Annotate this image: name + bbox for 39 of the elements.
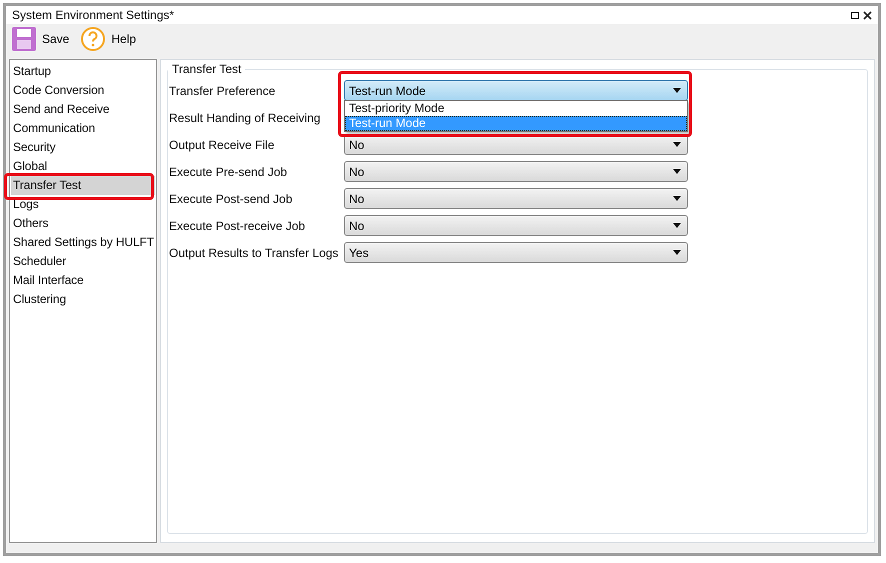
caret-icon — [673, 196, 681, 201]
sidebar-item[interactable]: Security — [11, 138, 155, 157]
caret-icon — [673, 223, 681, 228]
sidebar-item[interactable]: Mail Interface — [11, 271, 155, 290]
sidebar-item[interactable]: Communication — [11, 119, 155, 138]
sidebar-item[interactable]: Global — [11, 157, 155, 176]
sidebar-item[interactable]: Scheduler — [11, 252, 155, 271]
group-title: Transfer Test — [171, 62, 242, 76]
sidebar-item[interactable]: Code Conversion — [11, 81, 155, 100]
dropdown[interactable]: Yes — [344, 242, 688, 263]
caret-icon — [673, 142, 681, 147]
help-button[interactable]: Help — [79, 27, 138, 51]
dropdown[interactable]: Test-run Mode — [344, 80, 688, 101]
sidebar-item[interactable]: Logs — [11, 195, 155, 214]
sidebar-item[interactable]: Clustering — [11, 290, 155, 309]
caret-icon — [673, 88, 681, 93]
dropdown[interactable]: No — [344, 188, 688, 209]
setting-label: Transfer Preference — [169, 84, 276, 98]
save-button[interactable]: Save — [10, 27, 72, 51]
sidebar-item[interactable]: Shared Settings by HULFT — [11, 233, 155, 252]
dropdown[interactable]: No — [344, 161, 688, 182]
sidebar-item[interactable]: Others — [11, 214, 155, 233]
dropdown[interactable]: No — [344, 215, 688, 236]
setting-label: Output Receive File — [169, 138, 276, 152]
setting-label: Execute Post-receive Job — [169, 218, 306, 232]
sidebar-item[interactable]: Transfer Test — [11, 176, 155, 195]
close-icon[interactable] — [863, 10, 872, 20]
setting-label: Output Results to Transfer Logs — [169, 246, 340, 260]
sidebar-item[interactable]: Send and Receive — [11, 100, 155, 119]
dropdown-option[interactable]: Test-priority Mode — [345, 101, 687, 116]
setting-label: Execute Post-send Job — [169, 192, 294, 206]
help-icon — [81, 27, 106, 51]
setting-label: Result Handing of Receiving — [169, 110, 322, 124]
window-title: System Environment Settings* — [12, 8, 176, 22]
maximize-icon[interactable] — [851, 12, 859, 18]
sidebar-item[interactable]: Startup — [11, 62, 155, 81]
caret-icon — [673, 250, 681, 255]
caret-icon — [673, 169, 681, 174]
setting-label: Execute Pre-send Job — [169, 164, 288, 178]
